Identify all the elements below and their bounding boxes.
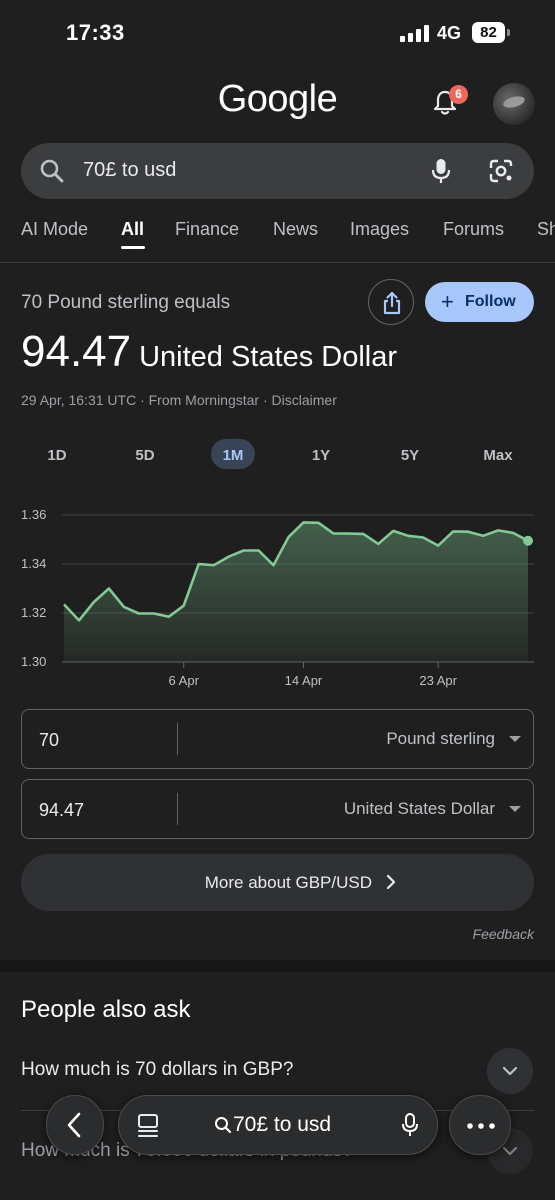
from-amount-input[interactable]: 70: [39, 730, 59, 751]
bottom-search-bar[interactable]: 70£ to usd: [118, 1095, 438, 1155]
range-5d[interactable]: 5D: [123, 446, 167, 476]
status-time: 17:33: [66, 20, 125, 45]
search-bar[interactable]: 70£ to usd: [21, 143, 534, 199]
share-button[interactable]: [368, 279, 414, 325]
network-type: 4G: [437, 23, 462, 43]
chevron-down-icon[interactable]: [509, 736, 521, 742]
signal-icon: [400, 25, 429, 42]
microphone-icon[interactable]: [400, 1112, 420, 1138]
result-currency: United States Dollar: [139, 341, 398, 373]
tab-news[interactable]: News: [273, 219, 318, 240]
latest-point-marker: [523, 535, 533, 546]
range-1y[interactable]: 1Y: [299, 446, 343, 476]
conversion-result: 94.47 United States Dollar: [21, 327, 397, 377]
plus-icon: +: [441, 289, 454, 314]
follow-label: Follow: [465, 293, 516, 310]
search-input[interactable]: 70£ to usd: [83, 159, 176, 182]
question-item[interactable]: How much is 70 dollars in GBP?: [21, 1059, 293, 1081]
section-separator: [0, 960, 555, 972]
chevron-right-icon: [386, 874, 396, 890]
tab-forums[interactable]: Forums: [443, 219, 504, 240]
tabs-icon[interactable]: [136, 1113, 160, 1139]
chevron-down-icon: [502, 1066, 518, 1076]
x-tick-label: 23 Apr: [419, 673, 457, 688]
more-about-button[interactable]: More about GBP/USD: [21, 854, 534, 911]
chevron-down-icon[interactable]: [509, 806, 521, 812]
expand-question-button[interactable]: [487, 1048, 533, 1094]
x-tick-label: 6 Apr: [169, 673, 200, 688]
tab-images[interactable]: Images: [350, 219, 409, 240]
from-currency-select[interactable]: Pound sterling: [386, 729, 495, 749]
result-value: 94.47: [21, 327, 132, 376]
more-options-button[interactable]: [449, 1095, 511, 1155]
y-tick-label: 1.32: [21, 605, 46, 620]
google-logo[interactable]: Google: [0, 78, 555, 121]
range-max[interactable]: Max: [476, 446, 520, 476]
to-amount-input[interactable]: 94.47: [39, 800, 84, 821]
back-button[interactable]: [46, 1095, 104, 1155]
range-5y[interactable]: 5Y: [388, 446, 432, 476]
microphone-icon[interactable]: [428, 157, 454, 185]
google-lens-icon[interactable]: [487, 157, 515, 185]
search-icon: [215, 1117, 232, 1134]
search-icon: [40, 159, 64, 183]
y-tick-label: 1.30: [21, 654, 46, 669]
from-currency-field: 70 Pound sterling: [21, 709, 534, 769]
bottom-search-query[interactable]: 70£ to usd: [233, 1113, 331, 1137]
active-tab-indicator: [121, 246, 145, 249]
share-icon: [383, 291, 401, 315]
follow-button[interactable]: + Follow: [425, 282, 534, 322]
range-1m[interactable]: 1M: [211, 439, 255, 469]
to-currency-select[interactable]: United States Dollar: [344, 799, 495, 819]
chevron-down-icon: [502, 1146, 518, 1156]
tab-shopping[interactable]: Sh: [537, 219, 555, 240]
battery-icon: 82: [472, 22, 510, 43]
y-tick-label: 1.36: [21, 507, 46, 522]
people-also-ask-title: People also ask: [21, 996, 191, 1023]
more-about-label: More about GBP/USD: [204, 873, 372, 892]
battery-level: 82: [472, 22, 505, 43]
feedback-link[interactable]: Feedback: [473, 926, 534, 942]
x-tick-label: 14 Apr: [285, 673, 323, 688]
avatar[interactable]: [493, 83, 535, 125]
tab-all[interactable]: All: [121, 219, 144, 240]
more-horizontal-icon: [467, 1123, 495, 1129]
search-tabs: AI Mode All Finance News Images Forums S…: [0, 216, 555, 252]
status-bar: 17:33 4G 82: [0, 0, 555, 66]
y-tick-label: 1.34: [21, 556, 46, 571]
notification-badge: 6: [449, 85, 468, 104]
source-info[interactable]: 29 Apr, 16:31 UTC · From Morningstar · D…: [21, 392, 337, 408]
tab-ai-mode[interactable]: AI Mode: [21, 219, 88, 240]
exchange-rate-chart[interactable]: 1.36 1.34 1.32 1.30 6 Apr 14 Apr 23 Apr: [0, 495, 555, 695]
to-currency-field: 94.47 United States Dollar: [21, 779, 534, 839]
conversion-label: 70 Pound sterling equals: [21, 292, 231, 313]
tab-finance[interactable]: Finance: [175, 219, 239, 240]
range-1d[interactable]: 1D: [35, 446, 79, 476]
chart-area: [64, 522, 528, 662]
chevron-left-icon: [67, 1112, 81, 1138]
divider: [0, 262, 555, 263]
